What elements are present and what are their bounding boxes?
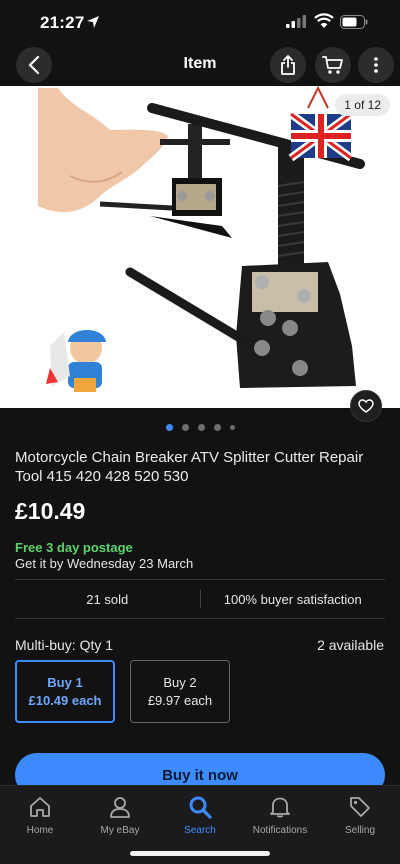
wifi-icon — [314, 13, 334, 28]
share-button[interactable] — [270, 47, 306, 83]
multibuy-option-buy-1[interactable]: Buy 1 £10.49 each — [15, 660, 115, 723]
image-counter: 1 of 12 — [335, 94, 390, 116]
tab-label: Search — [184, 825, 216, 836]
share-icon — [281, 55, 295, 75]
tab-label: My eBay — [100, 825, 140, 836]
pagination-dot-active[interactable] — [165, 424, 173, 431]
image-pagination-dots[interactable] — [0, 424, 400, 431]
tab-home[interactable]: Home — [0, 794, 80, 836]
battery-icon — [340, 15, 368, 29]
tab-label: Notifications — [252, 825, 308, 836]
postage-info: Free 3 day postage — [15, 540, 133, 555]
person-icon — [110, 797, 130, 818]
cart-button[interactable] — [315, 47, 351, 83]
multibuy-option-qty: Buy 1 — [47, 674, 83, 690]
tab-selling[interactable]: Selling — [320, 794, 400, 836]
tab-notifications[interactable]: Notifications — [240, 794, 320, 836]
available-count: 2 available — [317, 637, 384, 653]
cellular-signal-icon — [286, 15, 306, 28]
tab-label: Selling — [344, 825, 376, 836]
heart-icon — [358, 399, 374, 413]
tag-icon — [350, 797, 370, 817]
seller-stats-row: 21 sold 100% buyer satisfaction — [15, 580, 385, 618]
home-indicator — [130, 851, 270, 856]
multibuy-option-buy-2[interactable]: Buy 2 £9.97 each — [130, 660, 230, 723]
multibuy-option-price: £9.97 each — [147, 692, 213, 708]
status-time: 21:27 — [40, 13, 85, 32]
watch-button[interactable] — [350, 390, 382, 422]
top-nav-bar: Item — [0, 44, 400, 86]
status-bar: 21:27 — [0, 0, 400, 44]
search-icon — [189, 796, 212, 819]
buyer-satisfaction: 100% buyer satisfaction — [223, 591, 362, 607]
product-photo — [0, 86, 400, 408]
bell-icon — [270, 797, 290, 818]
multibuy-option-qty: Buy 2 — [163, 674, 197, 690]
divider — [15, 618, 385, 619]
sold-count: 21 sold — [86, 591, 129, 607]
location-arrow-icon — [87, 16, 99, 28]
delivery-estimate: Get it by Wednesday 23 March — [15, 556, 194, 571]
listing-price: £10.49 — [15, 498, 86, 524]
pagination-dot[interactable] — [213, 424, 221, 431]
listing-title: Motorcycle Chain Breaker ATV Splitter Cu… — [15, 449, 364, 485]
tab-search[interactable]: Search — [160, 794, 240, 836]
pagination-dot[interactable] — [229, 425, 235, 430]
pagination-dot[interactable] — [197, 424, 205, 431]
home-icon — [30, 797, 50, 817]
multibuy-option-price: £10.49 each — [28, 692, 102, 708]
multibuy-label: Multi-buy: Qty 1 — [15, 637, 114, 653]
tab-my-ebay[interactable]: My eBay — [80, 794, 160, 836]
pagination-dot[interactable] — [181, 424, 189, 431]
cart-icon — [322, 56, 343, 74]
product-image-gallery[interactable]: 1 of 12 — [0, 86, 400, 408]
tab-label: Home — [26, 825, 54, 836]
more-options-button[interactable] — [358, 47, 394, 83]
more-vertical-icon — [374, 57, 378, 73]
